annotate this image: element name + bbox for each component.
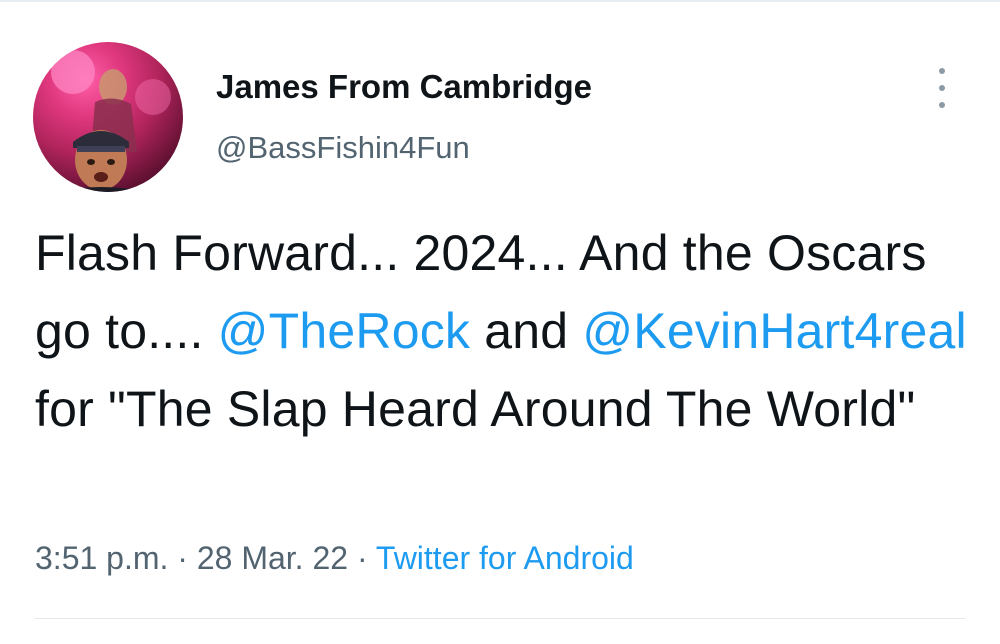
more-vertical-icon <box>939 68 945 74</box>
tweet-text-part: for "The Slap Heard Around The World" <box>35 381 916 437</box>
more-vertical-icon <box>939 85 945 91</box>
tweet-card: James From Cambridge @BassFishin4Fun Fla… <box>0 0 1000 644</box>
tweet-time[interactable]: 3:51 p.m. <box>35 540 168 576</box>
mention-link-therock[interactable]: @TheRock <box>218 303 470 359</box>
tweet-text: Flash Forward... 2024... And the Oscars … <box>35 214 975 448</box>
more-vertical-icon <box>939 102 945 108</box>
bottom-divider <box>35 618 965 619</box>
user-handle[interactable]: @BassFishin4Fun <box>216 130 470 166</box>
display-name[interactable]: James From Cambridge <box>216 68 592 106</box>
mention-link-kevinhart4real[interactable]: @KevinHart4real <box>582 303 966 359</box>
tweet-date[interactable]: 28 Mar. 22 <box>197 540 348 576</box>
tweet-source-link[interactable]: Twitter for Android <box>376 540 634 576</box>
meta-separator: · <box>168 540 197 576</box>
avatar[interactable] <box>33 42 183 192</box>
avatar-photo <box>51 50 171 192</box>
tweet-metadata: 3:51 p.m. · 28 Mar. 22 · Twitter for And… <box>35 540 634 577</box>
more-options-button[interactable] <box>930 68 954 108</box>
meta-separator: · <box>348 540 376 576</box>
tweet-text-part: and <box>470 303 583 359</box>
